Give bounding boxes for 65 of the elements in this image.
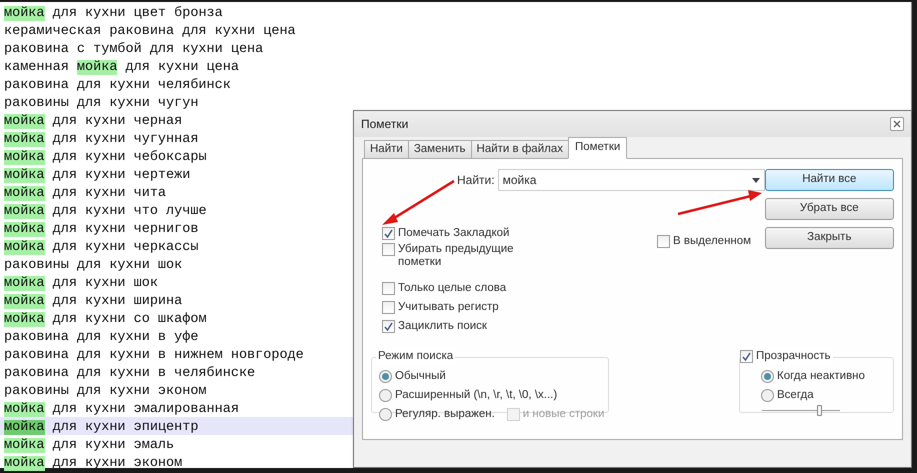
dialog-button[interactable]: Закрыть (764, 227, 894, 249)
tab[interactable]: Найти в файлах (470, 140, 569, 159)
radio-label: Обычный (395, 368, 446, 384)
tab[interactable]: Найти (364, 140, 409, 159)
checkbox-label: В выделенном (673, 234, 752, 249)
editor-line: раковина с тумбой для кухни цена (4, 41, 264, 59)
editor-line: мойка для кухни чита (4, 185, 166, 203)
checkbox[interactable] (382, 227, 395, 240)
editor-line: раковина для кухни в уфе (4, 329, 198, 347)
editor-line: керамическая раковина для кухни цена (4, 23, 296, 41)
radio-button[interactable] (379, 408, 392, 421)
checkbox-label: Учитывать регистр (398, 300, 499, 315)
slider-thumb[interactable] (816, 405, 822, 416)
dropdown-icon (752, 178, 760, 182)
editor-line: мойка для кухни черкассы (4, 239, 198, 257)
find-label: Найти: (457, 172, 495, 189)
checkbox[interactable] (382, 320, 395, 333)
editor-line: раковина для кухни в нижнем новгороде (4, 347, 304, 365)
editor-line: мойка для кухни чернигов (4, 221, 198, 239)
dialog-button[interactable]: Найти все (764, 169, 894, 191)
radio-button[interactable] (761, 389, 774, 402)
editor-line: мойка для кухни черная (4, 113, 182, 131)
radio-label: Когда неактивно (777, 368, 865, 384)
editor-line: раковины для кухни чугун (4, 95, 198, 113)
close-icon (893, 120, 901, 128)
editor-line: каменная мойка для кухни цена (4, 59, 239, 77)
editor-line: мойка для кухни что лучше (4, 203, 207, 221)
editor-line: мойка для кухни чертежи (4, 167, 190, 185)
editor-line: раковины для кухни шок (4, 257, 182, 275)
checkbox[interactable] (382, 243, 395, 256)
dialog-button[interactable]: Убрать все (764, 198, 894, 220)
editor-line: раковина для кухни челябинск (4, 77, 231, 95)
tab[interactable]: Заменить (408, 140, 472, 159)
tab[interactable]: Пометки (568, 137, 628, 159)
checkbox[interactable] (657, 235, 670, 248)
editor-line: мойка для кухни эпицентр (4, 419, 198, 437)
radio-button[interactable] (379, 370, 392, 383)
editor-line: мойка для кухни чебоксары (4, 149, 207, 167)
editor-line: мойка для кухни со шкафом (4, 311, 207, 329)
editor-line: раковина для кухни в челябинске (4, 365, 256, 383)
editor-line: мойка для кухни эмаль (4, 437, 174, 455)
checkbox-label: Убирать предыдущие пометки (398, 243, 515, 269)
checkbox[interactable] (382, 301, 395, 314)
radio-label: Расширенный (\n, \r, \t, \0, \x...) (395, 388, 558, 403)
checkbox-label: Прозрачность (756, 348, 830, 364)
radio-label: Всегда (777, 388, 814, 403)
editor-line: мойка для кухни эконом (4, 455, 182, 473)
checkbox-label: Зациклить поиск (398, 318, 487, 334)
editor-line: мойка для кухни чугунная (4, 131, 198, 149)
editor-line: мойка для кухни цвет бронза (4, 5, 223, 23)
checkbox[interactable] (382, 282, 395, 295)
editor-line: мойка для кухни эмалированная (4, 401, 239, 419)
checkbox-label: Только целые слова (398, 280, 506, 296)
radio-button[interactable] (761, 370, 774, 383)
checkbox-label: Помечать Закладкой (398, 227, 510, 240)
find-combobox[interactable]: мойка (498, 169, 765, 191)
close-button[interactable] (890, 117, 904, 131)
editor-line: раковины для кухни эконом (4, 383, 207, 401)
checkbox-label: и новые строки (522, 406, 604, 422)
radio-button[interactable] (379, 389, 392, 402)
dialog-title: Пометки (361, 116, 408, 133)
editor-line: мойка для кухни ширина (4, 293, 182, 311)
checkbox[interactable] (740, 350, 753, 363)
radio-label: Регуляр. выражен. (395, 406, 495, 422)
editor-line: мойка для кухни шок (4, 275, 158, 293)
